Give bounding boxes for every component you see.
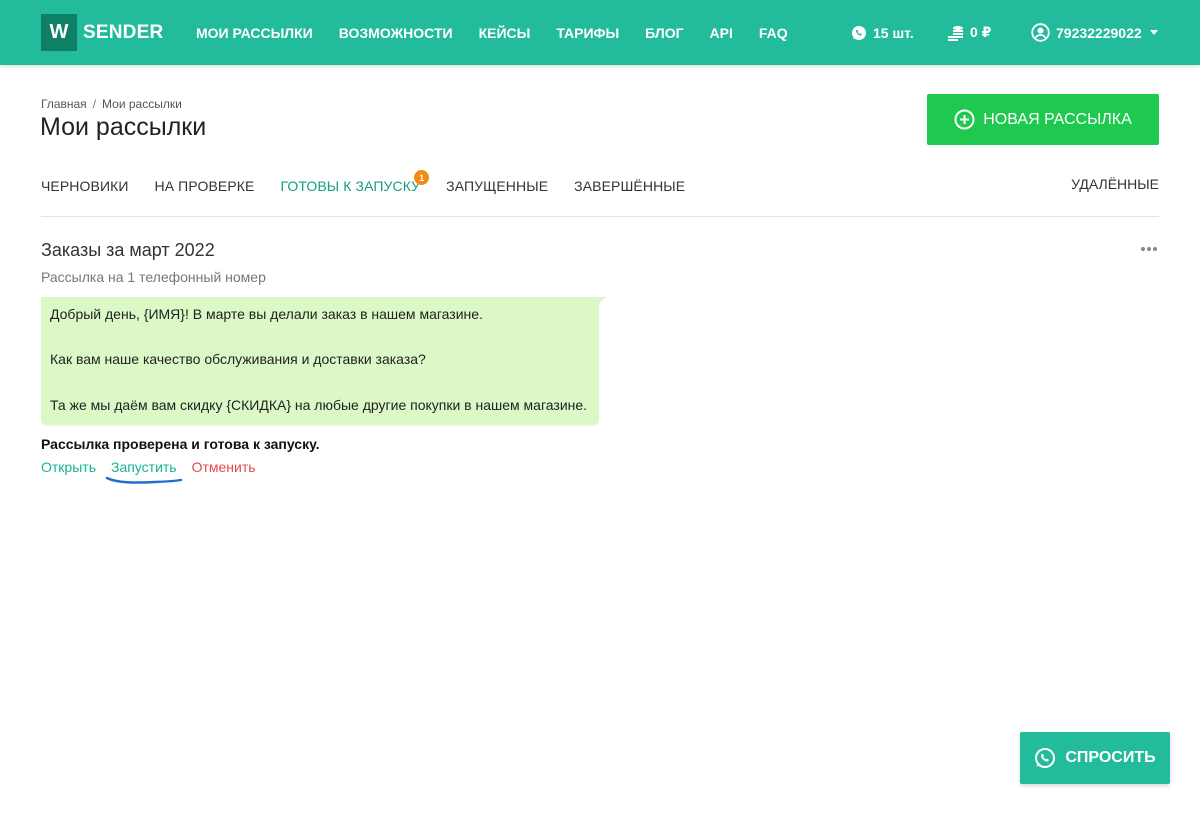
nav-pricing[interactable]: ТАРИФЫ <box>556 25 619 41</box>
ask-button[interactable]: СПРОСИТЬ <box>1020 732 1170 784</box>
count-badge: 1 <box>414 170 430 185</box>
whatsapp-icon <box>1035 748 1056 768</box>
breadcrumb-current: Мои рассылки <box>102 97 182 111</box>
tabs-divider <box>41 216 1159 217</box>
nav-blog[interactable]: БЛОГ <box>645 25 683 41</box>
message-preview-bubble: Добрый день, {ИМЯ}! В марте вы делали за… <box>41 297 599 425</box>
bubble-tail <box>597 297 606 305</box>
tab-finished[interactable]: ЗАВЕРШЁННЫЕ <box>574 178 685 194</box>
whatsapp-icon <box>852 25 866 40</box>
message-count[interactable]: 15 шт. <box>851 0 914 65</box>
breadcrumb: Главная / Мои рассылки <box>41 97 182 111</box>
coins-icon <box>948 25 963 41</box>
nav-faq[interactable]: FAQ <box>759 25 788 41</box>
user-phone: 79232229022 <box>1056 24 1142 41</box>
top-navigation-bar: W SENDER МОИ РАССЫЛКИ ВОЗМОЖНОСТИ КЕЙСЫ … <box>0 0 1200 65</box>
page-title: Мои рассылки <box>40 113 207 141</box>
message-line-3: Та же мы даём вам скидку {СКИДКА} на люб… <box>50 397 588 413</box>
message-count-value: 15 шт. <box>873 24 914 41</box>
campaign-status: Рассылка проверена и готова к запуску. <box>41 436 320 452</box>
user-avatar-icon <box>1031 23 1050 42</box>
nav-features[interactable]: ВОЗМОЖНОСТИ <box>339 25 453 41</box>
tab-drafts[interactable]: ЧЕРНОВИКИ <box>41 178 129 194</box>
tab-on-review[interactable]: НА ПРОВЕРКЕ <box>155 178 255 194</box>
breadcrumb-separator: / <box>92 97 97 111</box>
tab-ready-to-launch[interactable]: ГОТОВЫ К ЗАПУСКУ 1 <box>280 170 430 194</box>
cancel-link[interactable]: Отменить <box>192 459 256 475</box>
main-nav: МОИ РАССЫЛКИ ВОЗМОЖНОСТИ КЕЙСЫ ТАРИФЫ БЛ… <box>196 0 814 65</box>
user-menu[interactable]: 79232229022 <box>1031 0 1158 65</box>
logo-text: SENDER <box>83 21 164 43</box>
message-line-2: Как вам наше качество обслуживания и дос… <box>50 351 426 367</box>
nav-api[interactable]: API <box>710 25 733 41</box>
message-line-1: Добрый день, {ИМЯ}! В марте вы делали за… <box>50 306 483 322</box>
balance[interactable]: 0 ₽ <box>947 0 991 65</box>
logo-mark: W <box>41 14 77 51</box>
hand-drawn-underline <box>105 476 183 484</box>
chevron-down-icon <box>1149 30 1158 35</box>
nav-cases[interactable]: КЕЙСЫ <box>479 25 531 41</box>
tab-deleted[interactable]: УДАЛЁННЫЕ <box>1071 176 1159 192</box>
campaign-title: Заказы за март 2022 <box>41 240 215 260</box>
nav-my-campaigns[interactable]: МОИ РАССЫЛКИ <box>196 25 313 41</box>
tab-ready-label: ГОТОВЫ К ЗАПУСКУ <box>280 178 421 194</box>
more-options-icon[interactable] <box>1136 238 1162 260</box>
breadcrumb-home[interactable]: Главная <box>41 97 87 111</box>
logo[interactable]: W SENDER <box>41 14 163 51</box>
balance-value: 0 ₽ <box>970 24 992 40</box>
ask-button-label: СПРОСИТЬ <box>1065 749 1156 766</box>
campaign-actions: Открыть Запустить Отменить <box>41 459 271 475</box>
campaign-tabs: ЧЕРНОВИКИ НА ПРОВЕРКЕ ГОТОВЫ К ЗАПУСКУ 1… <box>41 170 711 196</box>
plus-circle-icon <box>954 109 975 130</box>
open-link[interactable]: Открыть <box>41 459 96 475</box>
new-campaign-button[interactable]: НОВАЯ РАССЫЛКА <box>927 94 1159 145</box>
tab-running[interactable]: ЗАПУЩЕННЫЕ <box>446 178 548 194</box>
campaign-subtitle: Рассылка на 1 телефонный номер <box>41 269 266 285</box>
launch-link[interactable]: Запустить <box>111 459 177 475</box>
new-campaign-label: НОВАЯ РАССЫЛКА <box>983 110 1132 128</box>
